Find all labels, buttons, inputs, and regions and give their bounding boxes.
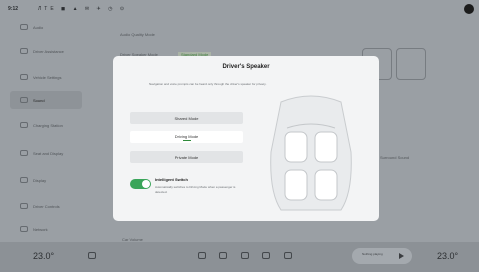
dialog-title: Driver's Speaker bbox=[222, 64, 270, 70]
mode-label: Shared Mode bbox=[174, 115, 199, 121]
private-mode-button[interactable]: Private Mode bbox=[130, 151, 243, 163]
music-icon[interactable] bbox=[241, 252, 249, 259]
shared-mode-button[interactable]: Shared Mode bbox=[130, 112, 243, 124]
media-title: Nothing playing bbox=[362, 252, 383, 256]
sidebar-item-vehicle-settings[interactable]: Vehicle Settings bbox=[10, 68, 82, 86]
status-bar: 9:12 ЛТЕ ◼ ▲ ✉ ✈ ◷ ⊙ bbox=[0, 0, 479, 20]
surround-sound-label[interactable]: Surround Sound bbox=[380, 155, 409, 160]
sidebar-item-driver-assistance[interactable]: Driver Assistance bbox=[10, 42, 82, 60]
sidebar-item-label: Vehicle Settings bbox=[33, 74, 62, 80]
audio-icon bbox=[20, 24, 28, 30]
brand-logo-icon bbox=[464, 4, 474, 14]
display-icon bbox=[20, 177, 28, 183]
mode-label: Driving Mode bbox=[174, 133, 199, 139]
sidebar-item-driver-controls[interactable]: Driver Controls bbox=[10, 197, 82, 215]
sidebar-item-label: Seat and Display bbox=[33, 150, 64, 156]
media-widget[interactable]: Nothing playing bbox=[352, 248, 412, 264]
right-temperature[interactable]: 23.0° bbox=[437, 251, 458, 261]
sidebar-item-label: Sound bbox=[33, 97, 45, 103]
status-icons: ЛТЕ ◼ ▲ ✉ ✈ ◷ ⊙ bbox=[38, 6, 128, 12]
seat-heat-icon[interactable] bbox=[219, 252, 227, 259]
sidebar-item-seat-display[interactable]: Seat and Display bbox=[10, 144, 82, 162]
sidebar-item-label: Audio bbox=[33, 24, 44, 30]
sidebar-item-label: Display bbox=[33, 177, 47, 183]
network-icon bbox=[20, 226, 28, 232]
sidebar-item-sound[interactable]: Sound bbox=[10, 91, 82, 109]
clock: 9:12 bbox=[8, 6, 19, 12]
car-seat-illustration bbox=[270, 95, 352, 211]
toggle-knob bbox=[142, 180, 150, 188]
sidebar-item-display[interactable]: Display bbox=[10, 171, 82, 189]
driving-mode-button[interactable]: Driving Mode bbox=[130, 131, 243, 143]
steering-icon bbox=[20, 48, 28, 54]
sidebar-item-label: Driver Controls bbox=[33, 203, 60, 209]
car-icon[interactable] bbox=[262, 252, 270, 259]
sidebar-item-label: Charging Station bbox=[33, 122, 63, 128]
play-icon[interactable] bbox=[399, 253, 404, 259]
section-title: Audio Quality Mode bbox=[120, 32, 155, 37]
sidebar-item-audio[interactable]: Audio bbox=[10, 18, 82, 36]
bottom-dock: 23.0° Nothing playing 23.0° bbox=[0, 242, 479, 272]
dialog-subtitle: Navigation and voice prompts can be hear… bbox=[149, 82, 267, 86]
settings-sidebar: Audio Driver Assistance Vehicle Settings… bbox=[10, 18, 82, 240]
drivers-speaker-dialog: Driver's Speaker Navigation and voice pr… bbox=[113, 56, 379, 221]
navigation-icon[interactable] bbox=[284, 252, 292, 259]
seat-icon bbox=[20, 150, 28, 156]
intelligent-switch-toggle[interactable] bbox=[130, 179, 151, 189]
controls-icon bbox=[20, 203, 28, 209]
sidebar-item-label: Network bbox=[33, 226, 48, 232]
seat-preview-right bbox=[396, 48, 426, 80]
volume-icon[interactable] bbox=[88, 252, 96, 259]
intelligent-switch-title: Intelligent Switch bbox=[155, 177, 188, 182]
fan-icon[interactable] bbox=[198, 252, 206, 259]
charging-icon bbox=[20, 122, 28, 128]
left-temperature[interactable]: 23.0° bbox=[33, 251, 54, 261]
speaker-icon bbox=[20, 97, 28, 103]
sidebar-item-charging[interactable]: Charging Station bbox=[10, 116, 82, 134]
sidebar-item-label: Driver Assistance bbox=[33, 48, 64, 54]
car-icon bbox=[20, 74, 28, 80]
intelligent-switch-description: Automatically switches to Driving Mode w… bbox=[155, 185, 236, 194]
sidebar-item-network[interactable]: Network bbox=[10, 220, 82, 238]
selected-indicator bbox=[182, 139, 191, 141]
mode-label: Private Mode bbox=[174, 154, 199, 160]
